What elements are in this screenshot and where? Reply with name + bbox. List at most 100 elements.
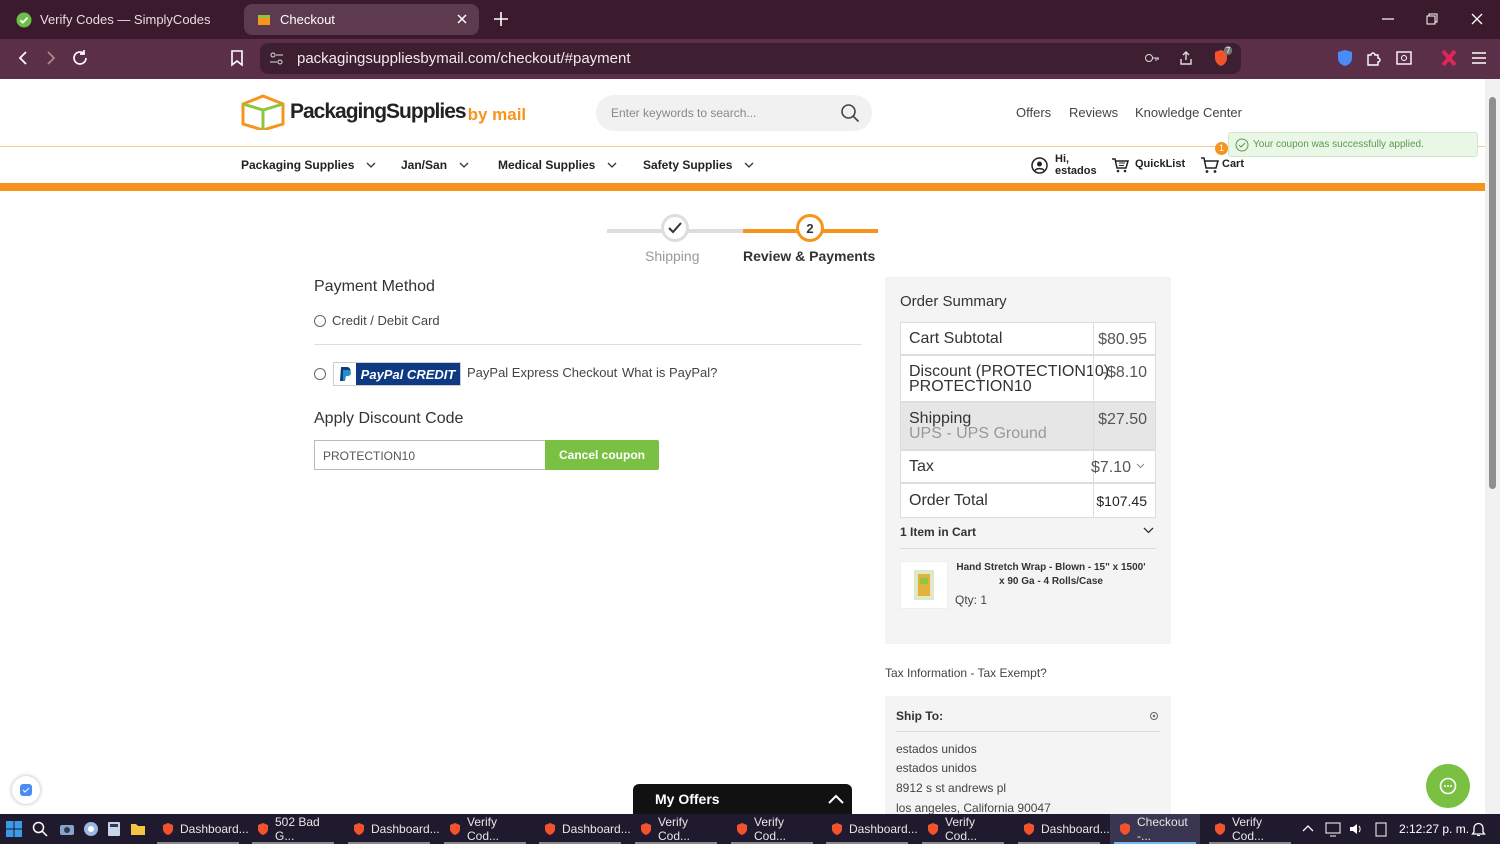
- taskbar-window-button[interactable]: Verify Cod...: [631, 814, 721, 844]
- row-label: Discount (PROTECTION10) PROTECTION10: [909, 363, 1110, 395]
- header-accent-bar: [0, 183, 1485, 191]
- taskbar-window-button[interactable]: Verify Cod...: [918, 814, 1008, 844]
- user-icon[interactable]: [1031, 157, 1048, 174]
- my-offers-label: My Offers: [655, 791, 720, 807]
- row-value: $7.10: [1090, 459, 1131, 476]
- discount-code-input[interactable]: PROTECTION10: [314, 440, 546, 470]
- scrollbar-thumb[interactable]: [1489, 97, 1496, 489]
- floating-widget-icon[interactable]: [12, 776, 40, 804]
- logo-text: PackagingSupplies: [290, 100, 467, 123]
- search-bar[interactable]: Enter keywords to search...: [596, 95, 872, 131]
- site-settings-icon[interactable]: [269, 51, 284, 66]
- bookmark-icon[interactable]: [229, 49, 245, 67]
- nav-packaging-supplies[interactable]: Packaging Supplies: [241, 158, 376, 172]
- taskbar-window-button[interactable]: Verify Cod...: [1205, 814, 1295, 844]
- offers-link[interactable]: Offers: [1016, 105, 1051, 120]
- tax-info-link[interactable]: Tax Information - Tax Exempt?: [885, 666, 1047, 680]
- chevron-down-icon: [744, 162, 754, 168]
- taskbar-window-button[interactable]: Dashboard...: [1014, 814, 1110, 844]
- account-menu[interactable]: Hi, estados: [1055, 153, 1097, 177]
- taskbar-window-label: Dashboard...: [562, 822, 631, 836]
- step-shipping-label[interactable]: Shipping: [645, 248, 700, 264]
- search-input[interactable]: Enter keywords to search...: [611, 106, 756, 120]
- taskbar-window-button[interactable]: Dashboard...: [153, 814, 249, 844]
- window-close-icon[interactable]: [1470, 12, 1484, 26]
- extensions-icon[interactable]: [1365, 49, 1383, 67]
- nav-jan-san[interactable]: Jan/San: [401, 158, 469, 172]
- wallet-icon[interactable]: [1395, 49, 1413, 67]
- knowledge-center-link[interactable]: Knowledge Center: [1135, 105, 1242, 120]
- brave-browser-icon: [1022, 822, 1036, 836]
- camera-app-icon[interactable]: [59, 821, 75, 837]
- taskbar-window-label: Dashboard...: [180, 822, 249, 836]
- battery-icon[interactable]: [1374, 821, 1388, 837]
- items-in-cart-toggle[interactable]: 1 Item in Cart: [900, 525, 1156, 539]
- account-name: estados: [1055, 165, 1097, 177]
- step-shipping-circle[interactable]: [661, 214, 689, 242]
- site-logo[interactable]: PackagingSupplies by mail: [240, 94, 526, 130]
- chat-button[interactable]: [1426, 764, 1470, 808]
- search-icon[interactable]: [32, 821, 48, 837]
- nav-safety-supplies[interactable]: Safety Supplies: [643, 158, 754, 172]
- quicklist-link[interactable]: QuickList: [1135, 158, 1185, 170]
- windows-start-icon[interactable]: [6, 821, 22, 837]
- nav-medical-supplies[interactable]: Medical Supplies: [498, 158, 617, 172]
- folder-icon[interactable]: [130, 821, 146, 837]
- taskbar-window-button[interactable]: Verify Cod...: [440, 814, 530, 844]
- vpn-icon[interactable]: [1336, 49, 1354, 67]
- credit-card-radio[interactable]: [314, 315, 326, 327]
- taskbar-window-button[interactable]: Dashboard...: [822, 814, 918, 844]
- forward-icon[interactable]: [42, 49, 60, 67]
- taskbar-clock[interactable]: 2:12:27 p. m.: [1399, 822, 1469, 836]
- summary-row-tax[interactable]: Tax $7.10: [900, 450, 1156, 483]
- taskbar-window-button[interactable]: Dashboard...: [535, 814, 631, 844]
- taskbar-window-button[interactable]: Verify Cod...: [727, 814, 817, 844]
- back-icon[interactable]: [14, 49, 32, 67]
- what-is-paypal-link[interactable]: What is PayPal?: [622, 365, 717, 380]
- key-icon[interactable]: [1144, 51, 1160, 65]
- credit-card-label[interactable]: Credit / Debit Card: [332, 313, 440, 328]
- checkmark-icon: [668, 222, 682, 234]
- network-icon[interactable]: [1325, 821, 1341, 837]
- page-scrollbar[interactable]: [1485, 79, 1500, 814]
- cart-link[interactable]: Cart: [1222, 158, 1244, 170]
- taskbar-window-label: Dashboard...: [849, 822, 918, 836]
- tab-checkout[interactable]: Checkout: [244, 4, 479, 35]
- tab-verify-codes[interactable]: Verify Codes — SimplyCodes: [4, 4, 240, 35]
- volume-icon[interactable]: [1348, 821, 1364, 837]
- reviews-link[interactable]: Reviews: [1069, 105, 1118, 120]
- reload-icon[interactable]: [71, 49, 89, 67]
- taskbar-window-button[interactable]: 502 Bad G...: [248, 814, 338, 844]
- check-circle-icon: [1235, 138, 1249, 151]
- tray-chevron-up-icon[interactable]: [1302, 824, 1314, 832]
- taskbar-window-label: Dashboard...: [1041, 822, 1110, 836]
- new-tab-icon[interactable]: [492, 10, 510, 28]
- cart-count-badge: 1: [1215, 142, 1228, 155]
- my-offers-drawer[interactable]: My Offers: [633, 784, 852, 814]
- browser-app-icon[interactable]: [83, 821, 99, 837]
- paypal-radio[interactable]: [314, 368, 326, 380]
- gear-icon[interactable]: [1148, 710, 1160, 722]
- search-icon[interactable]: [840, 103, 860, 123]
- calculator-app-icon[interactable]: [106, 821, 122, 837]
- url-text: packagingsuppliesbymail.com/checkout/#pa…: [297, 50, 631, 67]
- taskbar-window-button[interactable]: Checkout -...: [1110, 814, 1200, 844]
- address-bar[interactable]: packagingsuppliesbymail.com/checkout/#pa…: [260, 43, 1241, 74]
- paypal-express-label[interactable]: PayPal Express Checkout: [467, 365, 617, 380]
- paypal-credit-logo[interactable]: PayPal CREDIT: [333, 362, 461, 386]
- minimize-icon[interactable]: [1381, 12, 1395, 26]
- share-icon[interactable]: [1178, 50, 1194, 66]
- taskbar-window-button[interactable]: Dashboard...: [344, 814, 440, 844]
- close-tab-icon[interactable]: [455, 12, 469, 26]
- menu-icon[interactable]: [1470, 49, 1488, 67]
- tab-title: Checkout: [280, 12, 335, 27]
- taskbar-window-label: Verify Cod...: [945, 815, 978, 843]
- cart-icon[interactable]: [1200, 156, 1219, 174]
- notification-bell-icon[interactable]: [1471, 821, 1486, 837]
- cancel-coupon-button[interactable]: Cancel coupon: [545, 440, 659, 470]
- summary-row-subtotal: Cart Subtotal $80.95: [900, 322, 1156, 355]
- extension-k-icon[interactable]: [1440, 49, 1458, 67]
- ship-to-line: estados unidos: [896, 742, 977, 756]
- quicklist-icon[interactable]: [1111, 157, 1129, 173]
- restore-icon[interactable]: [1425, 12, 1439, 26]
